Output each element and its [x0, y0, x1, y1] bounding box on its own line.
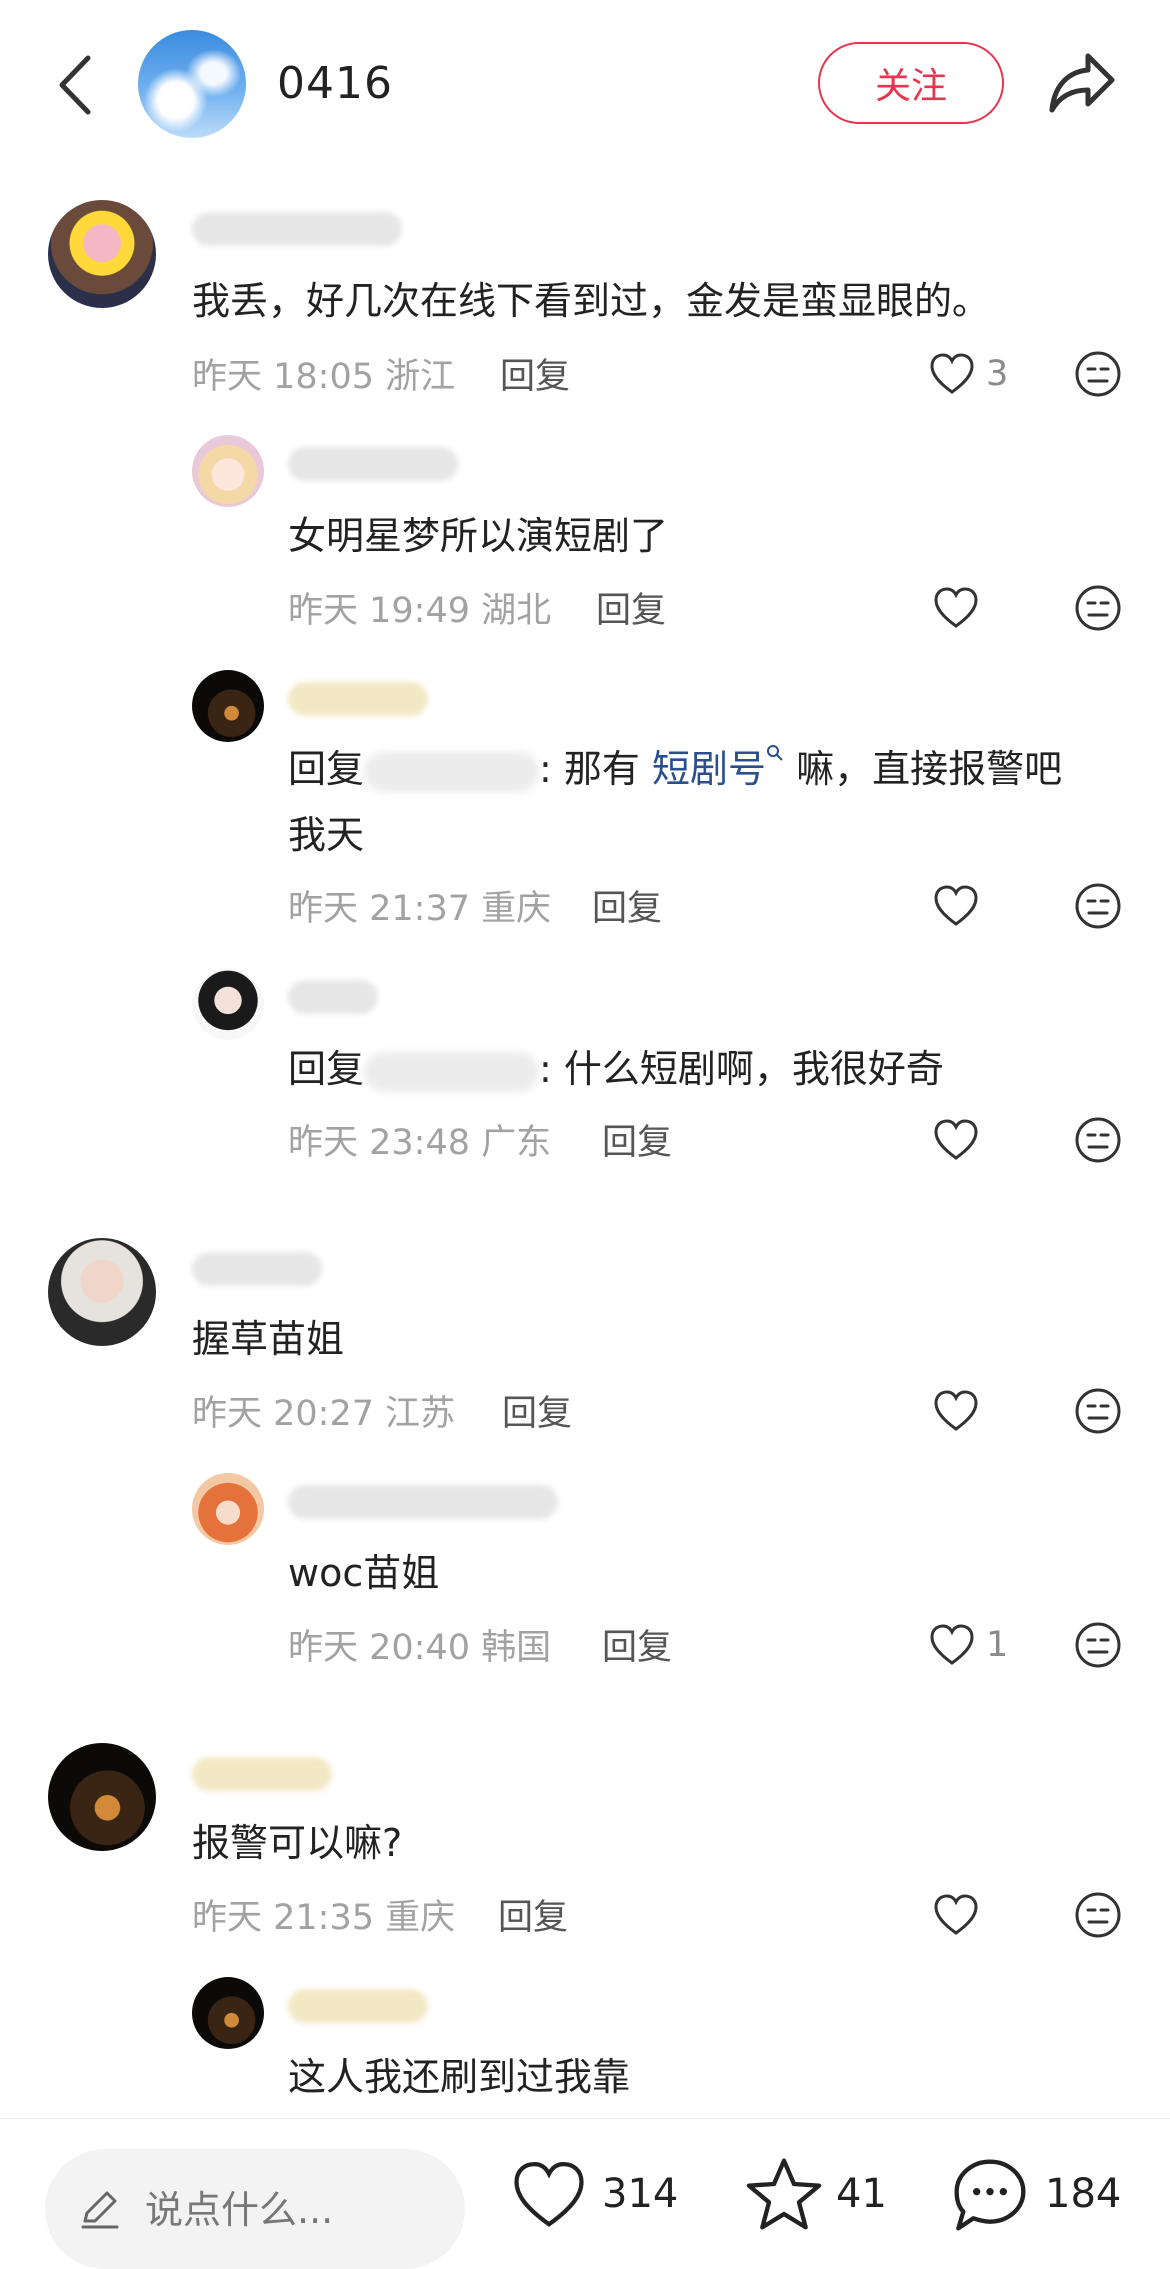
heart-icon[interactable] — [932, 884, 980, 928]
comment-bubble-icon[interactable] — [950, 2155, 1030, 2235]
comment-meta: 昨天 20:27 江苏 — [192, 1385, 455, 1436]
comment-text: 我丢，好几次在线下看到过，金发是蛮显眼的。 — [192, 279, 991, 323]
dislike-face-icon[interactable] — [1074, 1387, 1122, 1435]
like-count: 1 — [986, 1625, 1009, 1665]
comment-location: 重庆 — [481, 889, 552, 929]
username-blurred[interactable] — [192, 1757, 332, 1791]
comment-input[interactable]: 说点什么... — [45, 2149, 465, 2269]
bottom-bar: 说点什么... 314 41 184 — [0, 2118, 1170, 2269]
comment-meta: 昨天 18:05 浙江 — [192, 348, 455, 399]
username-blurred[interactable] — [288, 1989, 428, 2023]
comment-meta: 昨天 19:49 湖北 — [288, 582, 551, 633]
share-icon — [1049, 53, 1115, 113]
avatar[interactable] — [48, 1238, 156, 1346]
avatar[interactable] — [48, 1743, 156, 1851]
comment-text: 回复 : 那有 短剧号 嘛，直接报警吧 — [288, 736, 1062, 802]
follow-button[interactable]: 关注 — [818, 42, 1004, 124]
comment-location: 江苏 — [385, 1394, 456, 1434]
author-avatar[interactable] — [138, 30, 246, 138]
heart-icon[interactable] — [928, 1623, 976, 1667]
username-blurred[interactable] — [288, 447, 458, 481]
comment-time: 昨天 21:37 — [288, 889, 470, 929]
dislike-face-icon[interactable] — [1074, 882, 1122, 930]
comment-meta: 昨天 21:37 重庆 — [288, 880, 551, 931]
comment-text: 女明星梦所以演短剧了 — [288, 514, 669, 558]
comment-location: 浙江 — [385, 357, 456, 397]
heart-icon[interactable] — [932, 1389, 980, 1433]
comment-count: 184 — [1045, 2171, 1122, 2217]
comment-text: 报警可以嘛? — [192, 1821, 403, 1865]
comment-location: 重庆 — [385, 1898, 456, 1938]
comment-text-part: : 那有 — [539, 747, 652, 791]
username-blurred[interactable] — [288, 980, 378, 1014]
reply-button[interactable]: 回复 — [502, 1385, 572, 1436]
dislike-face-icon[interactable] — [1074, 1621, 1122, 1669]
username-blurred[interactable] — [288, 1485, 558, 1519]
dislike-face-icon[interactable] — [1074, 584, 1122, 632]
star-icon[interactable] — [744, 2155, 824, 2233]
reply-button[interactable]: 回复 — [596, 582, 666, 633]
comment-time: 昨天 20:27 — [192, 1394, 374, 1434]
heart-icon[interactable] — [932, 586, 980, 630]
back-button[interactable] — [50, 50, 100, 120]
reply-button[interactable]: 回复 — [602, 1114, 672, 1165]
avatar[interactable] — [192, 670, 264, 742]
share-button[interactable] — [1046, 50, 1118, 116]
comment-text: 回复 : 什么短剧啊，我很好奇 — [288, 1036, 944, 1102]
mention-blurred[interactable] — [364, 751, 540, 792]
comment-meta: 昨天 21:35 重庆 — [192, 1889, 455, 1940]
comment-location: 广东 — [481, 1123, 552, 1163]
comment-time: 昨天 20:40 — [288, 1628, 470, 1668]
comment-time: 昨天 21:35 — [192, 1898, 374, 1938]
avatar[interactable] — [192, 1977, 264, 2049]
reply-button[interactable]: 回复 — [602, 1619, 672, 1670]
input-placeholder: 说点什么... — [145, 2188, 334, 2232]
avatar[interactable] — [192, 968, 264, 1040]
comment-meta: 昨天 20:40 韩国 — [288, 1619, 551, 1670]
top-bar: 0416 关注 — [0, 0, 1170, 170]
avatar[interactable] — [192, 1473, 264, 1545]
comment-text: woc苗姐 — [288, 1551, 440, 1595]
comment-text: 这人我还刷到过我靠 — [288, 2055, 631, 2099]
like-count: 3 — [986, 354, 1009, 394]
reply-prefix: 回复 — [288, 747, 365, 791]
comment-text: 握草苗姐 — [192, 1317, 345, 1361]
dislike-face-icon[interactable] — [1074, 1891, 1122, 1939]
like-count: 314 — [602, 2171, 679, 2217]
username-blurred[interactable] — [192, 1252, 322, 1286]
comment-text-part: : 什么短剧啊，我很好奇 — [539, 1047, 944, 1091]
mention-blurred[interactable] — [364, 1051, 540, 1092]
username-blurred[interactable] — [192, 212, 402, 246]
comment-time: 昨天 18:05 — [192, 357, 374, 397]
comment-location: 韩国 — [481, 1628, 552, 1668]
reply-button[interactable]: 回复 — [498, 1889, 568, 1940]
comment-time: 昨天 19:49 — [288, 591, 470, 631]
dislike-face-icon[interactable] — [1074, 350, 1122, 398]
username-blurred[interactable] — [288, 682, 428, 716]
avatar[interactable] — [48, 200, 156, 308]
heart-icon[interactable] — [928, 352, 976, 396]
heart-icon[interactable] — [932, 1118, 980, 1162]
heart-icon[interactable] — [510, 2159, 588, 2231]
comment-meta: 昨天 23:48 广东 — [288, 1114, 551, 1165]
comment-text-part: 嘛，直接报警吧 — [784, 747, 1063, 791]
reply-button[interactable]: 回复 — [592, 880, 662, 931]
reply-button[interactable]: 回复 — [500, 348, 570, 399]
comment-location: 湖北 — [481, 591, 552, 631]
hashtag-link[interactable]: 短剧号 — [652, 747, 766, 791]
search-icon — [767, 745, 783, 761]
dislike-face-icon[interactable] — [1074, 1116, 1122, 1164]
author-name[interactable]: 0416 — [277, 58, 393, 109]
comment-text-line2: 我天 — [288, 813, 365, 857]
avatar[interactable] — [192, 435, 264, 507]
pencil-icon — [81, 2191, 119, 2229]
chevron-left-icon — [59, 55, 91, 115]
favorite-count: 41 — [836, 2171, 887, 2217]
heart-icon[interactable] — [932, 1893, 980, 1937]
reply-prefix: 回复 — [288, 1047, 365, 1091]
comment-time: 昨天 23:48 — [288, 1123, 470, 1163]
